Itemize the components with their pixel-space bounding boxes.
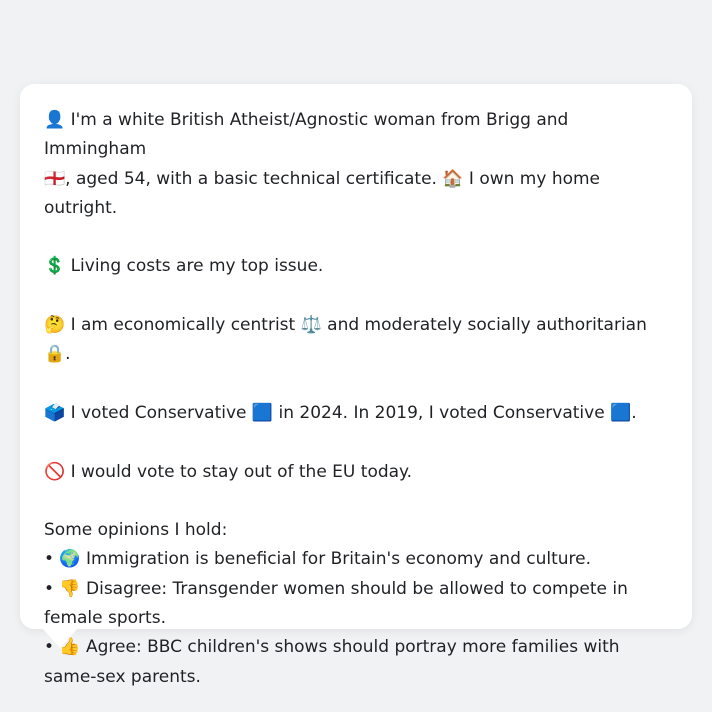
- opinion-item: • 👎 Disagree: Transgender women should b…: [44, 578, 628, 629]
- speech-bubble-tail: [42, 628, 78, 648]
- intro-paragraph: 👤 I'm a white British Atheist/Agnostic w…: [44, 106, 668, 223]
- opinions-section: Some opinions I hold: • 🌍 Immigration is…: [44, 516, 668, 692]
- opinion-item: • 🌍 Immigration is beneficial for Britai…: [44, 549, 592, 570]
- voting-history-text: 🗳️ I voted Conservative 🟦 in 2024. In 20…: [44, 402, 637, 423]
- intro-line-2: 🏴󠁧󠁢󠁥󠁮󠁧󠁿, aged 54, with a basic technical…: [44, 168, 601, 218]
- opinion-item: • 👍 Agree: BBC children's shows should p…: [44, 637, 620, 687]
- persona-message-bubble: 👤 I'm a white British Atheist/Agnostic w…: [20, 84, 692, 687]
- opinions-heading: Some opinions I hold:: [44, 520, 228, 541]
- eu-stance-text: 🚫 I would vote to stay out of the EU tod…: [44, 461, 413, 482]
- political-stance-text: 🤔 I am economically centrist ⚖️ and mode…: [44, 315, 647, 365]
- page: 👤 I'm a white British Atheist/Agnostic w…: [0, 0, 712, 712]
- top-issue-text: 💲 Living costs are my top issue.: [44, 256, 324, 277]
- intro-line-1: 👤 I'm a white British Atheist/Agnostic w…: [44, 110, 569, 160]
